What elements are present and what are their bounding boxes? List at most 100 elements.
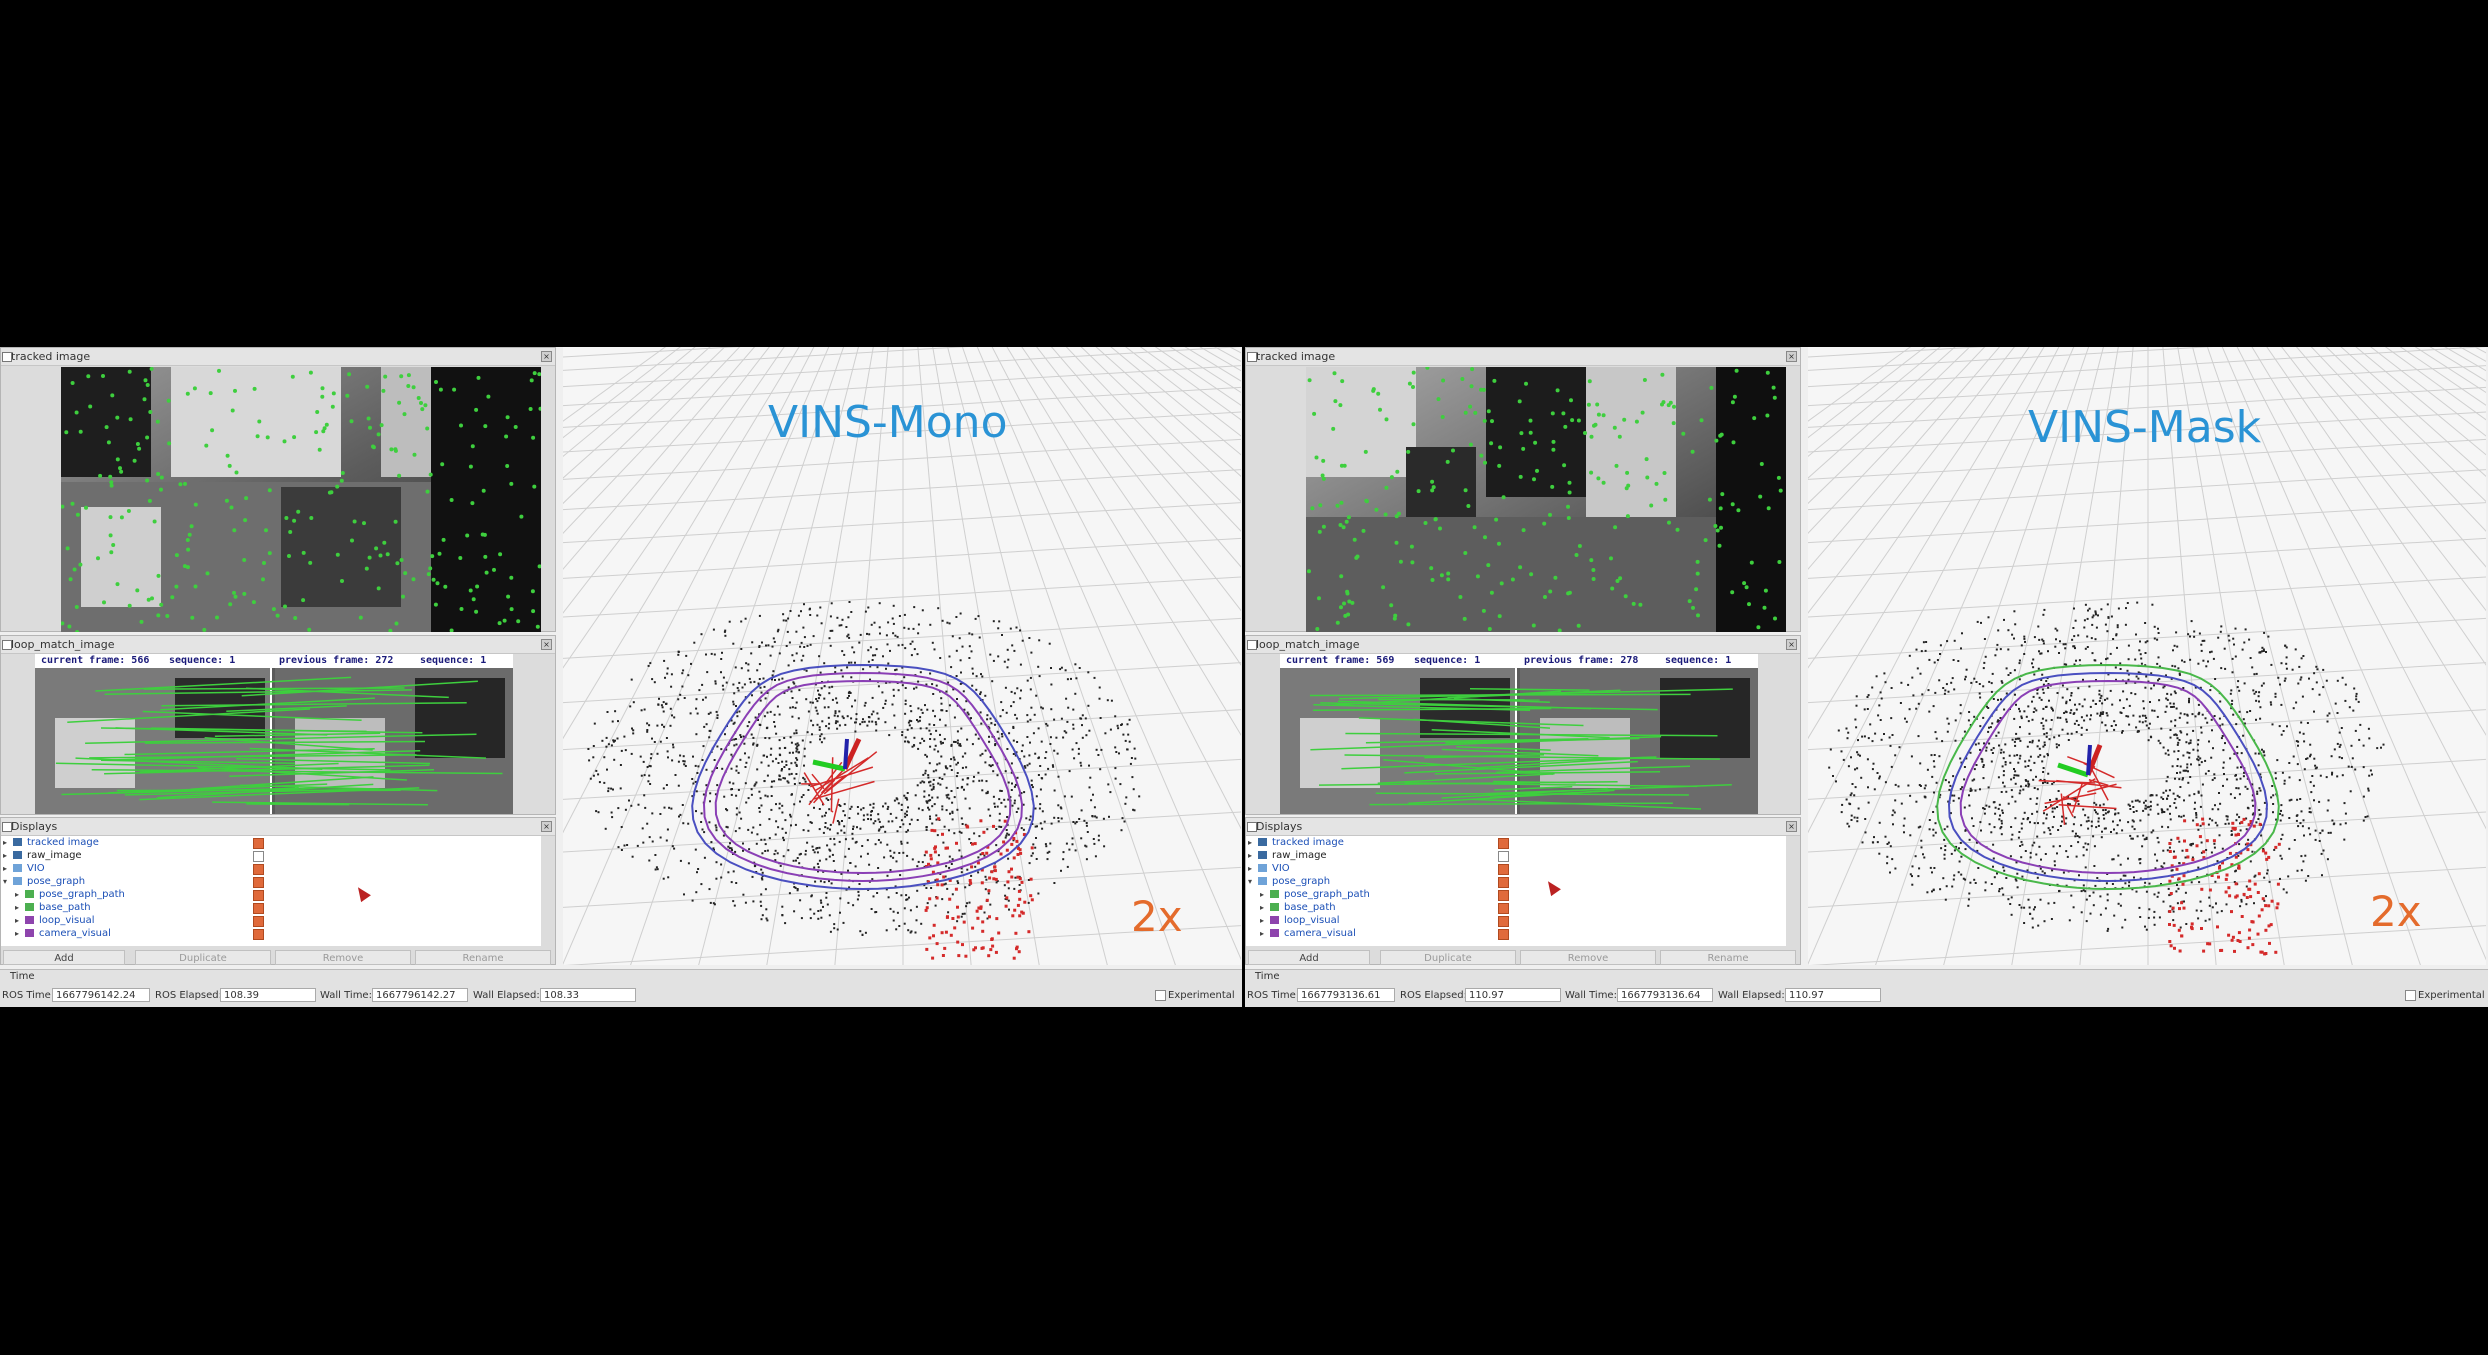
expand-icon[interactable]: ▸: [3, 836, 13, 849]
expand-icon[interactable]: ▸: [3, 862, 13, 875]
wall-elapsed-field[interactable]: 110.97: [1785, 988, 1881, 1002]
close-icon[interactable]: ×: [1786, 639, 1797, 650]
display-item-vio[interactable]: ▸ VIO: [3, 862, 45, 875]
expand-icon[interactable]: ▸: [1260, 927, 1270, 940]
display-item-loop-visual[interactable]: ▸ loop_visual: [15, 914, 95, 927]
experimental-checkbox[interactable]: [2405, 990, 2416, 1001]
expand-icon[interactable]: ▸: [15, 888, 25, 901]
previous-sequence-label: sequence: 1: [420, 655, 487, 666]
wall-elapsed-field[interactable]: 108.33: [540, 988, 636, 1002]
display-item-pose-graph[interactable]: ▾ pose_graph: [1248, 875, 1330, 888]
mouse-cursor-icon: [353, 883, 371, 903]
remove-button[interactable]: Remove: [275, 950, 411, 965]
duplicate-button[interactable]: Duplicate: [135, 950, 271, 965]
add-button[interactable]: Add: [1248, 950, 1370, 965]
display-item-raw-image[interactable]: ▸ raw_image: [3, 849, 82, 862]
duplicate-button[interactable]: Duplicate: [1380, 950, 1516, 965]
collapse-icon[interactable]: ▾: [1248, 875, 1258, 888]
folder-icon: [13, 864, 22, 872]
display-item-base-path[interactable]: ▸ base_path: [15, 901, 91, 914]
time-row: ROS Time: 1667796142.24 ROS Elapsed: 108…: [0, 988, 1242, 1004]
display-checkbox[interactable]: [253, 890, 264, 901]
close-icon[interactable]: ×: [541, 639, 552, 650]
display-checkbox[interactable]: [1498, 877, 1509, 888]
panel-title-bar[interactable]: tracked image ×: [1, 348, 555, 366]
rename-button[interactable]: Rename: [1660, 950, 1796, 965]
expand-icon[interactable]: ▸: [3, 849, 13, 862]
panel-title-bar[interactable]: loop_match_image ×: [1246, 636, 1800, 654]
expand-icon[interactable]: ▸: [1260, 914, 1270, 927]
display-item-label: loop_visual: [1284, 915, 1340, 926]
expand-icon[interactable]: ▸: [1248, 862, 1258, 875]
display-item-label: pose_graph: [27, 876, 86, 887]
panel-title: loop_match_image: [1256, 638, 1360, 651]
display-checkbox[interactable]: [1498, 838, 1509, 849]
tracked-image-canvas: [60, 366, 543, 634]
expand-icon[interactable]: ▸: [15, 914, 25, 927]
display-item-pose-graph-path[interactable]: ▸ pose_graph_path: [1260, 888, 1370, 901]
panel-title-bar[interactable]: Displays ×: [1246, 818, 1800, 836]
display-checkbox[interactable]: [253, 929, 264, 940]
remove-button[interactable]: Remove: [1520, 950, 1656, 965]
wall-time-field[interactable]: 1667793136.64: [1617, 988, 1713, 1002]
display-item-camera-visual[interactable]: ▸ camera_visual: [1260, 927, 1356, 940]
display-checkbox[interactable]: [253, 877, 264, 888]
wall-time-field[interactable]: 1667796142.27: [372, 988, 468, 1002]
expand-icon[interactable]: ▸: [1260, 901, 1270, 914]
display-checkbox[interactable]: [253, 864, 264, 875]
expand-icon[interactable]: ▸: [1248, 836, 1258, 849]
marker-icon: [25, 916, 34, 924]
rename-button[interactable]: Rename: [415, 950, 551, 965]
display-item-loop-visual[interactable]: ▸ loop_visual: [1260, 914, 1340, 927]
collapse-icon[interactable]: ▾: [3, 875, 13, 888]
displays-panel: Displays × ▸ tracked image ▸ raw_image ▸ VIO…: [1245, 817, 1801, 965]
close-icon[interactable]: ×: [1786, 821, 1797, 832]
expand-icon[interactable]: ▸: [15, 901, 25, 914]
ros-elapsed-field[interactable]: 110.97: [1465, 988, 1561, 1002]
3d-view[interactable]: VINS-Mask 2x: [1808, 347, 2486, 965]
panel-title-bar[interactable]: tracked image ×: [1246, 348, 1800, 366]
path-icon: [25, 903, 34, 911]
close-icon[interactable]: ×: [541, 821, 552, 832]
display-item-label: camera_visual: [1284, 928, 1356, 939]
add-button[interactable]: Add: [3, 950, 125, 965]
3d-view[interactable]: VINS-Mono 2x: [563, 347, 1241, 965]
display-checkbox[interactable]: [253, 851, 264, 862]
panel-title-bar[interactable]: Displays ×: [1, 818, 555, 836]
panel-icon: [1247, 640, 1257, 650]
display-checkbox[interactable]: [253, 838, 264, 849]
panel-title-bar[interactable]: loop_match_image ×: [1, 636, 555, 654]
previous-sequence-label: sequence: 1: [1665, 655, 1732, 666]
method-title: VINS-Mask: [2028, 402, 2262, 453]
ros-elapsed-field[interactable]: 108.39: [220, 988, 316, 1002]
loop-match-image-view: current frame: 566 sequence: 1 previous …: [35, 654, 513, 814]
display-checkbox[interactable]: [1498, 851, 1509, 862]
display-checkbox[interactable]: [1498, 916, 1509, 927]
ros-time-field[interactable]: 1667796142.24: [52, 988, 150, 1002]
close-icon[interactable]: ×: [541, 351, 552, 362]
display-item-tracked-image[interactable]: ▸ tracked image: [1248, 836, 1344, 849]
display-checkbox[interactable]: [1498, 929, 1509, 940]
display-item-pose-graph-path[interactable]: ▸ pose_graph_path: [15, 888, 125, 901]
display-checkbox[interactable]: [1498, 903, 1509, 914]
expand-icon[interactable]: ▸: [15, 927, 25, 940]
experimental-checkbox[interactable]: [1155, 990, 1166, 1001]
display-checkbox[interactable]: [1498, 864, 1509, 875]
display-item-vio[interactable]: ▸ VIO: [1248, 862, 1290, 875]
display-item-pose-graph[interactable]: ▾ pose_graph: [3, 875, 85, 888]
tracked-image-view: [1306, 365, 1786, 633]
display-item-camera-visual[interactable]: ▸ camera_visual: [15, 927, 111, 940]
display-checkbox[interactable]: [1498, 890, 1509, 901]
expand-icon[interactable]: ▸: [1248, 849, 1258, 862]
display-item-raw-image[interactable]: ▸ raw_image: [1248, 849, 1327, 862]
close-icon[interactable]: ×: [1786, 351, 1797, 362]
display-checkbox[interactable]: [253, 916, 264, 927]
display-item-tracked-image[interactable]: ▸ tracked image: [3, 836, 99, 849]
folder-icon: [1258, 877, 1267, 885]
display-checkbox[interactable]: [253, 903, 264, 914]
mouse-cursor-icon: [1543, 877, 1561, 897]
rviz-window-right: tracked image × loop_match_image × current…: [1245, 347, 2488, 1007]
ros-time-field[interactable]: 1667793136.61: [1297, 988, 1395, 1002]
expand-icon[interactable]: ▸: [1260, 888, 1270, 901]
display-item-base-path[interactable]: ▸ base_path: [1260, 901, 1336, 914]
